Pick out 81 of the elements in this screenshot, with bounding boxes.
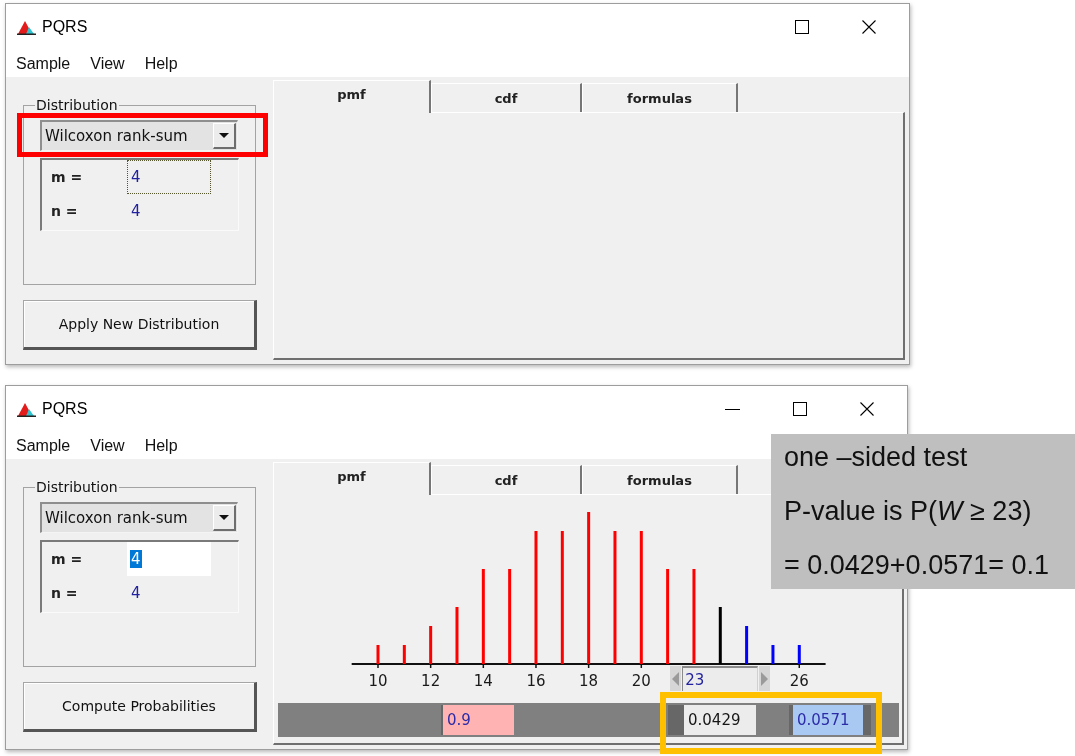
maximize-button[interactable] <box>795 20 809 34</box>
param-field[interactable]: 4 <box>127 160 211 194</box>
close-button[interactable] <box>862 20 876 34</box>
bar <box>692 569 696 664</box>
bar <box>376 645 380 664</box>
param-label: m = <box>51 169 84 185</box>
probability-field[interactable]: 0.9 <box>443 705 514 735</box>
tab[interactable]: cdf <box>431 83 582 112</box>
param-label: n = <box>51 203 79 219</box>
window-title: PQRS <box>42 18 88 36</box>
menu-item[interactable]: Help <box>144 436 178 455</box>
slider-handle[interactable] <box>668 705 684 735</box>
axis-tick-label: 10 <box>368 672 388 690</box>
axis-tick-label: 18 <box>579 672 599 690</box>
menu-item[interactable]: View <box>90 436 125 455</box>
spinner-field[interactable]: 23 <box>682 666 759 691</box>
bar <box>718 607 722 664</box>
note-text: one –sided test <box>784 441 969 473</box>
bar <box>587 512 591 664</box>
action-button[interactable]: Apply New Distribution <box>23 300 257 350</box>
step-right-button[interactable] <box>759 666 771 691</box>
close-button[interactable] <box>860 402 874 416</box>
tab[interactable]: pmf <box>273 80 431 113</box>
maximize-icon <box>793 402 807 416</box>
tab[interactable]: cdf <box>431 465 582 494</box>
menu-item[interactable]: View <box>90 54 125 73</box>
group-title: Distribution <box>35 479 119 495</box>
menu-item[interactable]: Help <box>144 54 178 73</box>
tab[interactable]: formulas <box>582 83 738 112</box>
probability-field[interactable]: 0.0429 <box>684 705 756 735</box>
param-label: n = <box>51 585 79 601</box>
slider-handle[interactable] <box>863 705 871 735</box>
bar <box>613 531 617 664</box>
param-field[interactable]: 4 <box>127 542 211 576</box>
minimize-button[interactable] <box>725 408 740 410</box>
note-text: P-value is P(W ≥ 23) <box>784 495 1033 527</box>
param-label: m = <box>51 551 84 567</box>
close-icon <box>862 20 876 34</box>
bar <box>771 645 775 664</box>
bar <box>508 569 512 664</box>
param-field[interactable]: 4 <box>127 576 143 610</box>
bar <box>560 531 564 664</box>
tab[interactable]: pmf <box>273 462 431 495</box>
triangle-icon <box>17 19 36 35</box>
bar <box>429 626 433 664</box>
maximize-icon <box>795 20 809 34</box>
bar <box>666 569 670 664</box>
bar <box>402 645 406 664</box>
caret-down-icon <box>213 505 236 531</box>
distribution-dropdown[interactable]: Wilcoxon rank-sum <box>40 120 238 151</box>
menu-item[interactable]: Sample <box>16 436 71 455</box>
window-title: PQRS <box>42 400 88 418</box>
note-text: = 0.0429+0.0571= 0.1 <box>784 549 1050 581</box>
tab[interactable]: formulas <box>582 465 738 494</box>
step-left-button[interactable] <box>670 666 682 691</box>
close-icon <box>860 402 874 416</box>
caret-left-icon <box>672 671 680 686</box>
caret-down-icon <box>213 123 236 149</box>
minimize-icon <box>725 408 740 410</box>
bar <box>745 626 749 664</box>
bar <box>639 531 643 664</box>
group-title: Distribution <box>35 97 119 113</box>
bar <box>797 645 801 664</box>
param-field[interactable]: 4 <box>127 194 143 228</box>
triangle-icon <box>17 401 36 417</box>
axis-tick-label: 12 <box>421 672 441 690</box>
bar <box>455 607 459 664</box>
bar <box>534 531 538 664</box>
maximize-button[interactable] <box>793 402 807 416</box>
action-button[interactable]: Compute Probabilities <box>23 682 257 732</box>
probability-field[interactable]: 0.0571 <box>793 705 863 735</box>
caret-right-icon <box>761 671 769 686</box>
distribution-dropdown[interactable]: Wilcoxon rank-sum <box>40 502 238 533</box>
slider-handle[interactable] <box>789 705 793 735</box>
axis-tick-label: 16 <box>526 672 546 690</box>
axis-tick-label: 20 <box>631 672 651 690</box>
slider-handle[interactable] <box>441 705 443 735</box>
axis-tick-label: 26 <box>789 672 809 690</box>
menu-item[interactable]: Sample <box>16 54 71 73</box>
bar <box>481 569 485 664</box>
axis-tick-label: 14 <box>473 672 493 690</box>
